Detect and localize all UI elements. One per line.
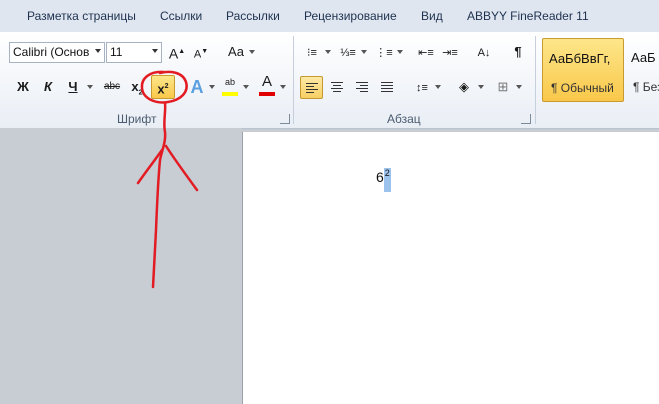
font-name-combo[interactable]: Calibri (Основ [9, 42, 105, 63]
highlight-color-bar [222, 92, 238, 96]
decrease-indent-icon: ⇤≡ [418, 47, 434, 59]
shading-dropdown[interactable] [476, 76, 486, 98]
bold-icon: Ж [17, 79, 29, 94]
align-left-icon [306, 83, 318, 95]
bold-button[interactable]: Ж [12, 76, 34, 98]
align-center-button[interactable] [326, 76, 348, 98]
workspace-background [0, 128, 242, 404]
italic-button[interactable]: К [37, 76, 59, 98]
tab-abbyy-finereader[interactable]: ABBYY FineReader 11 [467, 9, 589, 23]
style-no-spacing-sample: АаБ [631, 50, 656, 65]
underline-button[interactable]: Ч [62, 76, 84, 98]
tab-view[interactable]: Вид [421, 9, 443, 23]
numbering-button[interactable]: ⅓≡ [337, 41, 359, 63]
style-no-spacing-name: ¶ Без [633, 80, 659, 94]
grow-font-icon: A [168, 45, 179, 62]
group-divider [293, 36, 294, 124]
italic-icon: К [44, 79, 52, 94]
document-page[interactable]: 62 [242, 132, 659, 404]
style-normal-tile[interactable]: АаБбВвГг, ¶ Обычный [542, 38, 624, 102]
change-case-button[interactable]: Aa [224, 41, 248, 63]
change-case-icon: Aa [228, 44, 244, 59]
sort-button[interactable]: A↓ [473, 41, 495, 63]
strikethrough-button[interactable]: abc [101, 76, 123, 98]
line-spacing-dropdown[interactable] [433, 76, 443, 98]
align-center-icon [331, 82, 343, 94]
borders-button[interactable]: ⊞ [492, 76, 514, 98]
tab-review[interactable]: Рецензирование [304, 9, 397, 23]
document-text[interactable]: 62 [376, 168, 391, 192]
justify-icon [381, 82, 393, 94]
style-normal-sample: АаБбВвГг, [549, 51, 611, 66]
align-right-icon [356, 82, 368, 94]
show-marks-button[interactable]: ¶ [507, 41, 529, 63]
underline-dropdown[interactable] [85, 76, 95, 98]
tab-mailings[interactable]: Рассылки [226, 9, 280, 23]
change-case-dropdown[interactable] [247, 41, 257, 63]
paragraph-group-label: Абзац [387, 112, 421, 126]
strikethrough-icon: abc [103, 81, 121, 92]
decrease-indent-button[interactable]: ⇤≡ [415, 41, 437, 63]
font-size-value: 11 [110, 45, 123, 59]
multilevel-list-dropdown[interactable] [395, 41, 405, 63]
ribbon-tab-strip: Разметка страницы Ссылки Рассылки Реценз… [0, 0, 659, 32]
style-no-spacing-tile[interactable]: АаБ ¶ Без [625, 38, 659, 102]
font-color-icon: A [261, 73, 272, 90]
highlight-icon: ab [224, 77, 235, 87]
font-color-button[interactable]: A [256, 73, 278, 96]
shading-button[interactable]: ◈ [453, 76, 475, 98]
bullets-dropdown[interactable] [323, 41, 333, 63]
underline-icon: Ч [68, 79, 78, 94]
font-color-dropdown[interactable] [278, 76, 288, 98]
numbering-icon: ⅓≡ [340, 47, 356, 59]
ribbon: Calibri (Основ 11 A▲ A▼ Aa Ж К Ч abc x2 … [0, 32, 659, 129]
tab-page-layout[interactable]: Разметка страницы [27, 9, 136, 23]
font-dialog-launcher-icon[interactable] [280, 114, 290, 124]
grow-font-button[interactable]: A▲ [166, 41, 188, 63]
superscript-icon: x [157, 81, 165, 97]
multilevel-list-button[interactable]: ⋮≡ [373, 41, 395, 63]
font-color-bar [259, 92, 275, 96]
font-name-value: Calibri (Основ [13, 45, 90, 59]
paragraph-dialog-launcher-icon[interactable] [521, 114, 531, 124]
highlight-dropdown[interactable] [241, 76, 251, 98]
justify-button[interactable] [376, 76, 398, 98]
style-normal-name: ¶ Обычный [551, 81, 614, 95]
align-right-button[interactable] [351, 76, 373, 98]
chevron-down-icon [95, 49, 101, 53]
text-effects-dropdown[interactable] [207, 76, 217, 98]
borders-dropdown[interactable] [514, 76, 524, 98]
shrink-font-button[interactable]: A▼ [190, 41, 212, 63]
subscript-icon: x [131, 79, 139, 94]
multilevel-list-icon: ⋮≡ [375, 47, 393, 59]
increase-indent-button[interactable]: ⇥≡ [439, 41, 461, 63]
sort-icon: A↓ [477, 47, 491, 59]
increase-indent-icon: ⇥≡ [442, 47, 458, 59]
bullets-icon: ⁝≡ [307, 47, 317, 59]
bullets-button[interactable]: ⁝≡ [301, 41, 323, 63]
align-left-button[interactable] [300, 76, 323, 99]
tab-references[interactable]: Ссылки [160, 9, 202, 23]
text-effects-button[interactable]: A [186, 76, 208, 98]
base-number: 6 [376, 169, 384, 185]
subscript-button[interactable]: x2 [126, 76, 148, 98]
chevron-down-icon [152, 49, 158, 53]
font-size-combo[interactable]: 11 [106, 42, 162, 63]
font-group-label: Шрифт [117, 112, 157, 126]
line-spacing-button[interactable]: ↕≡ [411, 76, 433, 98]
line-spacing-icon: ↕≡ [416, 82, 428, 94]
paint-bucket-icon: ◈ [459, 79, 469, 94]
borders-icon: ⊞ [497, 79, 509, 94]
superscript-button[interactable]: x2 [151, 75, 175, 99]
pilcrow-icon: ¶ [514, 44, 522, 59]
selected-superscript: 2 [383, 168, 391, 192]
numbering-dropdown[interactable] [359, 41, 369, 63]
highlight-button[interactable]: ab [219, 74, 241, 96]
group-divider [535, 36, 536, 124]
text-effects-icon: A [190, 77, 204, 97]
